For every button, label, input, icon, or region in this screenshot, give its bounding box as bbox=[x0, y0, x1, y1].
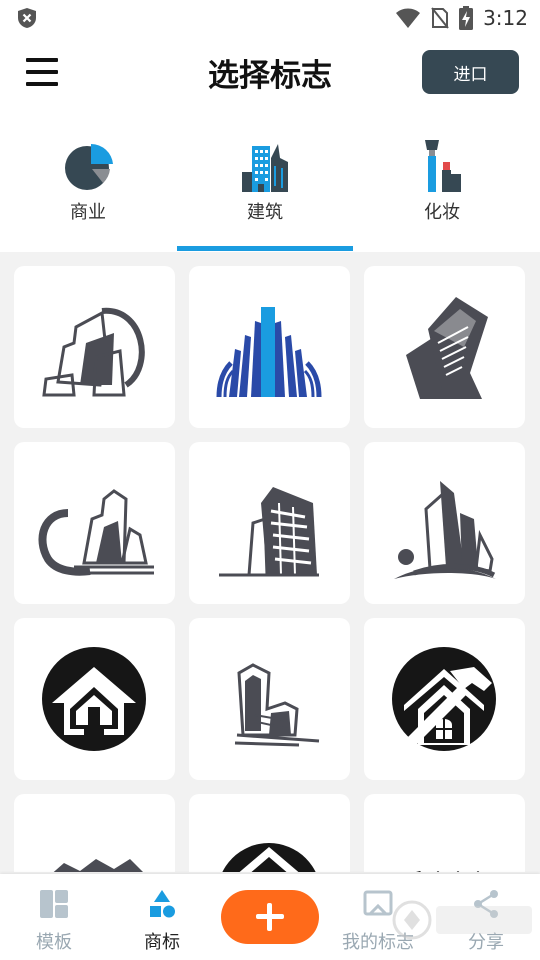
add-button[interactable] bbox=[221, 890, 319, 944]
building-logo-6-icon bbox=[394, 481, 496, 579]
category-tabs: 商业 建筑 化妆 bbox=[0, 112, 540, 252]
logo-card[interactable] bbox=[364, 266, 525, 428]
tab-label: 化妆 bbox=[424, 202, 460, 223]
skyline-logo-partial-icon bbox=[416, 871, 480, 872]
cosmetics-icon bbox=[425, 140, 461, 192]
logo-card[interactable] bbox=[364, 794, 525, 872]
buildings-icon bbox=[242, 144, 288, 192]
nav-label: 商标 bbox=[144, 932, 180, 953]
house-circle-logo-icon bbox=[42, 647, 146, 751]
pie-chart-icon bbox=[65, 143, 113, 190]
roof-logo-partial-icon bbox=[53, 859, 143, 872]
building-logo-3-icon bbox=[406, 297, 488, 399]
template-icon bbox=[40, 890, 68, 918]
logo-card[interactable] bbox=[14, 442, 175, 604]
building-logo-4-icon bbox=[38, 489, 154, 576]
tab-business[interactable]: 商业 bbox=[0, 112, 176, 252]
tab-cosmetics[interactable]: 化妆 bbox=[354, 112, 530, 252]
logo-card[interactable] bbox=[189, 794, 350, 872]
shapes-icon bbox=[150, 890, 175, 918]
tab-architecture[interactable]: 建筑 bbox=[177, 112, 353, 252]
app-header: 选择标志 进口 bbox=[0, 36, 540, 112]
wifi-icon bbox=[396, 8, 421, 28]
building-logo-2-icon bbox=[216, 307, 322, 398]
status-bar: 3:12 bbox=[0, 0, 540, 36]
logo-card[interactable] bbox=[364, 618, 525, 780]
logo-card[interactable] bbox=[189, 618, 350, 780]
building-logo-5-icon bbox=[219, 487, 319, 577]
battery-charging-icon bbox=[459, 6, 474, 30]
logo-card[interactable] bbox=[14, 618, 175, 780]
logo-card[interactable] bbox=[14, 266, 175, 428]
nav-label: 模板 bbox=[36, 932, 72, 953]
no-sim-icon bbox=[431, 7, 449, 29]
my-logos-icon bbox=[363, 890, 393, 916]
tab-selection-indicator bbox=[177, 246, 353, 251]
shield-icon bbox=[18, 8, 36, 28]
clock: 3:12 bbox=[483, 6, 528, 30]
house-roof-logo-partial-icon bbox=[222, 843, 316, 872]
import-button[interactable]: 进口 bbox=[422, 50, 519, 94]
house-hammer-logo-icon bbox=[392, 647, 496, 751]
nav-templates[interactable]: 模板 bbox=[4, 874, 104, 960]
logo-grid bbox=[0, 252, 540, 872]
nav-logos[interactable]: 商标 bbox=[112, 874, 212, 960]
building-logo-1-icon bbox=[42, 307, 145, 397]
tab-label: 建筑 bbox=[247, 202, 283, 223]
logo-card[interactable] bbox=[189, 442, 350, 604]
logo-card[interactable] bbox=[364, 442, 525, 604]
building-logo-8-icon bbox=[234, 663, 320, 747]
logo-card[interactable] bbox=[14, 794, 175, 872]
watermark-logo-icon bbox=[392, 900, 532, 940]
tab-label: 商业 bbox=[70, 202, 106, 223]
logo-card[interactable] bbox=[189, 266, 350, 428]
